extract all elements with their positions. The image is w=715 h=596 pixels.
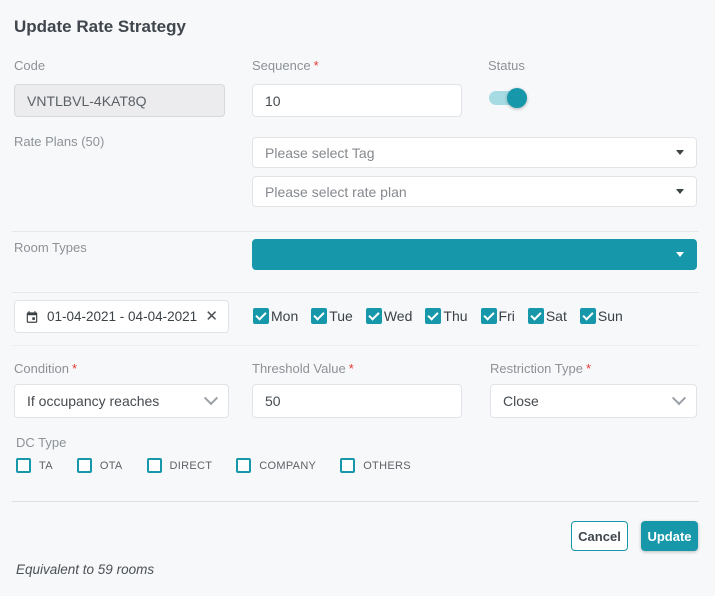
threshold-input[interactable] bbox=[252, 384, 462, 418]
dc-checkbox-direct[interactable]: DIRECT bbox=[147, 458, 213, 473]
checkbox-checked-icon[interactable] bbox=[311, 308, 327, 324]
divider bbox=[12, 501, 699, 502]
day-checkbox-fri[interactable]: Fri bbox=[481, 308, 515, 324]
condition-label: Condition* bbox=[14, 361, 77, 376]
condition-select[interactable]: If occupancy reaches bbox=[14, 384, 229, 418]
checkbox-checked-icon[interactable] bbox=[366, 308, 382, 324]
sequence-input[interactable] bbox=[252, 84, 462, 117]
tag-select-placeholder: Please select Tag bbox=[265, 145, 676, 161]
date-range-input[interactable]: 01-04-2021 - 04-04-2021 ✕ bbox=[14, 300, 229, 333]
room-types-select[interactable] bbox=[252, 239, 697, 270]
date-range-value: 01-04-2021 - 04-04-2021 bbox=[47, 309, 197, 324]
required-asterisk: * bbox=[586, 361, 591, 376]
dc-checkbox-company[interactable]: COMPANY bbox=[236, 458, 316, 473]
footer-note: Equivalent to 59 rooms bbox=[16, 562, 154, 577]
checkbox-unchecked-icon[interactable] bbox=[77, 458, 92, 473]
dc-checkbox-ta[interactable]: TA bbox=[16, 458, 53, 473]
divider bbox=[12, 292, 699, 293]
page-title: Update Rate Strategy bbox=[14, 17, 186, 37]
rate-plans-label: Rate Plans (50) bbox=[14, 134, 104, 149]
chevron-down-icon bbox=[204, 391, 218, 405]
update-button[interactable]: Update bbox=[641, 521, 698, 551]
code-input[interactable] bbox=[14, 84, 225, 117]
days-checkbox-group: Mon Tue Wed Thu Fri Sat Sun bbox=[253, 308, 623, 324]
caret-down-icon bbox=[676, 150, 684, 155]
required-asterisk: * bbox=[314, 58, 319, 73]
day-checkbox-sun[interactable]: Sun bbox=[580, 308, 623, 324]
code-label: Code bbox=[14, 58, 45, 73]
checkbox-checked-icon[interactable] bbox=[253, 308, 269, 324]
checkbox-unchecked-icon[interactable] bbox=[147, 458, 162, 473]
sequence-label: Sequence* bbox=[252, 58, 319, 73]
required-asterisk: * bbox=[72, 361, 77, 376]
cancel-button[interactable]: Cancel bbox=[571, 521, 628, 551]
divider bbox=[12, 345, 699, 346]
chevron-down-icon bbox=[672, 391, 686, 405]
room-types-label: Room Types bbox=[14, 240, 87, 255]
day-checkbox-mon[interactable]: Mon bbox=[253, 308, 298, 324]
dc-type-label: DC Type bbox=[16, 435, 66, 450]
checkbox-unchecked-icon[interactable] bbox=[16, 458, 31, 473]
caret-down-icon bbox=[676, 252, 684, 257]
divider bbox=[12, 231, 699, 232]
calendar-icon[interactable] bbox=[25, 310, 39, 324]
day-checkbox-wed[interactable]: Wed bbox=[366, 308, 413, 324]
day-checkbox-thu[interactable]: Thu bbox=[425, 308, 467, 324]
condition-value: If occupancy reaches bbox=[27, 393, 206, 409]
dc-checkbox-ota[interactable]: OTA bbox=[77, 458, 123, 473]
restriction-type-select[interactable]: Close bbox=[490, 384, 697, 418]
required-asterisk: * bbox=[349, 361, 354, 376]
day-checkbox-sat[interactable]: Sat bbox=[528, 308, 567, 324]
rate-plan-select[interactable]: Please select rate plan bbox=[252, 176, 697, 207]
restriction-type-label: Restriction Type* bbox=[490, 361, 591, 376]
toggle-knob bbox=[507, 88, 527, 108]
restriction-type-value: Close bbox=[503, 393, 674, 409]
checkbox-checked-icon[interactable] bbox=[580, 308, 596, 324]
status-label: Status bbox=[488, 58, 525, 73]
status-toggle[interactable] bbox=[489, 91, 525, 105]
dc-type-checkbox-group: TA OTA DIRECT COMPANY OTHERS bbox=[16, 458, 411, 473]
tag-select[interactable]: Please select Tag bbox=[252, 137, 697, 168]
checkbox-unchecked-icon[interactable] bbox=[340, 458, 355, 473]
checkbox-checked-icon[interactable] bbox=[528, 308, 544, 324]
checkbox-checked-icon[interactable] bbox=[425, 308, 441, 324]
caret-down-icon bbox=[676, 189, 684, 194]
threshold-label: Threshold Value* bbox=[252, 361, 354, 376]
day-checkbox-tue[interactable]: Tue bbox=[311, 308, 353, 324]
rate-plan-select-placeholder: Please select rate plan bbox=[265, 184, 676, 200]
dc-checkbox-others[interactable]: OTHERS bbox=[340, 458, 411, 473]
checkbox-unchecked-icon[interactable] bbox=[236, 458, 251, 473]
checkbox-checked-icon[interactable] bbox=[481, 308, 497, 324]
clear-date-icon[interactable]: ✕ bbox=[205, 309, 218, 324]
